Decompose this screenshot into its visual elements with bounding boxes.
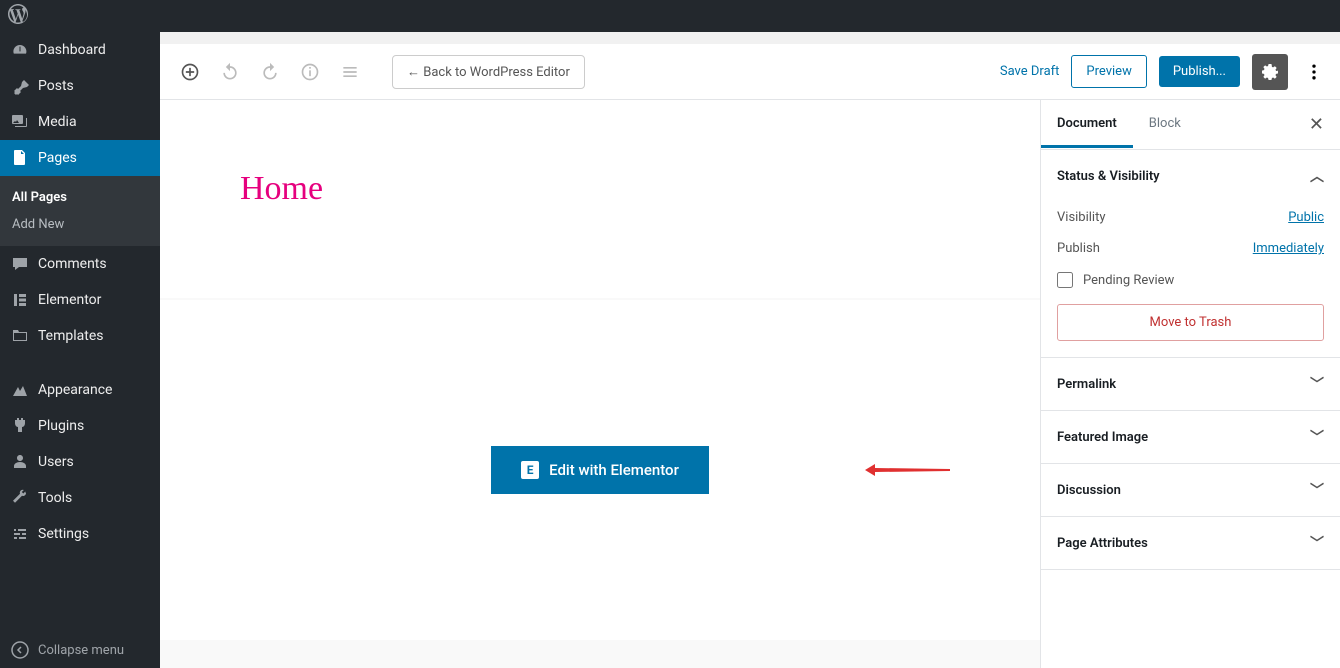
panel-header-status[interactable]: Status & Visibility ︿ [1041,150,1340,202]
panel-title: Page Attributes [1057,536,1148,551]
dashboard-icon [10,40,30,60]
chevron-up-icon: ︿ [1310,166,1324,186]
panel-title: Discussion [1057,483,1121,498]
sidebar-sub-add-new[interactable]: Add New [0,211,160,238]
chevron-down-icon: ﹀ [1310,480,1324,500]
sidebar-sub-all-pages[interactable]: All Pages [0,184,160,211]
editor-canvas: E Edit with Elementor [160,300,1040,640]
sidebar-item-users[interactable]: Users [0,444,160,480]
save-draft-button[interactable]: Save Draft [1000,64,1060,79]
sidebar-submenu: All Pages Add New [0,176,160,246]
pending-review-label: Pending Review [1083,273,1174,288]
panel-title: Status & Visibility [1057,169,1160,184]
info-button[interactable] [292,54,328,90]
tools-icon [10,488,30,508]
sidebar-item-templates[interactable]: Templates [0,318,160,354]
panel-page-attributes: Page Attributes ﹀ [1041,517,1340,570]
sidebar-item-dashboard[interactable]: Dashboard [0,32,160,68]
publish-button[interactable]: Publish... [1159,56,1240,87]
sidebar-item-pages[interactable]: Pages [0,140,160,176]
tab-block[interactable]: Block [1133,102,1197,148]
panel-header-featured[interactable]: Featured Image ﹀ [1041,411,1340,463]
comments-icon [10,254,30,274]
collapse-label: Collapse menu [38,643,124,658]
chevron-down-icon: ﹀ [1310,427,1324,447]
sidebar-item-appearance[interactable]: Appearance [0,372,160,408]
sidebar-label: Tools [38,490,72,506]
panel-featured-image: Featured Image ﹀ [1041,411,1340,464]
sidebar-label: Media [38,114,77,130]
inspector-tabs: Document Block ✕ [1041,100,1340,150]
panel-header-attributes[interactable]: Page Attributes ﹀ [1041,517,1340,569]
tab-document[interactable]: Document [1041,102,1133,148]
sidebar-item-comments[interactable]: Comments [0,246,160,282]
move-to-trash-button[interactable]: Move to Trash [1057,304,1324,341]
title-block[interactable]: Home [160,100,1040,298]
page-title[interactable]: Home [240,170,960,208]
main-content: ← Back to WordPress Editor Save Draft Pr… [160,44,1340,668]
sidebar-label: Elementor [38,292,101,308]
sidebar-label: Users [38,454,74,470]
sidebar-item-settings[interactable]: Settings [0,516,160,552]
panel-header-discussion[interactable]: Discussion ﹀ [1041,464,1340,516]
more-options-button[interactable] [1300,54,1328,90]
panel-title: Featured Image [1057,430,1148,445]
admin-bar [0,0,1340,32]
sidebar-label: Comments [38,256,107,272]
appearance-icon [10,380,30,400]
pending-review-input[interactable] [1057,272,1073,288]
admin-sidebar: Dashboard Posts Media Pages All Pages Ad… [0,32,160,668]
sidebar-label: Appearance [38,382,112,398]
sidebar-item-posts[interactable]: Posts [0,68,160,104]
editor-canvas-area: Home E Edit with Elementor [160,100,1040,668]
users-icon [10,452,30,472]
settings-toggle-button[interactable] [1252,54,1288,90]
templates-icon [10,326,30,346]
sidebar-label: Settings [38,526,89,542]
undo-button[interactable] [212,54,248,90]
panel-title: Permalink [1057,377,1116,392]
back-to-wp-editor-button[interactable]: ← Back to WordPress Editor [392,55,585,89]
sidebar-label: Posts [38,78,74,94]
sidebar-label: Dashboard [38,42,106,58]
arrow-annotation-icon [865,463,950,477]
sidebar-item-plugins[interactable]: Plugins [0,408,160,444]
media-icon [10,112,30,132]
close-inspector-button[interactable]: ✕ [1293,100,1340,149]
redo-button[interactable] [252,54,288,90]
pages-icon [10,148,30,168]
sliders-icon [10,524,30,544]
outline-button[interactable] [332,54,368,90]
visibility-value-link[interactable]: Public [1288,210,1324,225]
wordpress-logo-icon[interactable] [8,4,28,28]
pending-review-checkbox[interactable]: Pending Review [1057,264,1324,304]
sidebar-item-tools[interactable]: Tools [0,480,160,516]
settings-inspector: Document Block ✕ Status & Visibility ︿ V… [1040,100,1340,668]
panel-status-visibility: Status & Visibility ︿ Visibility Public … [1041,150,1340,358]
sidebar-item-media[interactable]: Media [0,104,160,140]
collapse-icon [10,640,30,660]
sidebar-label: Pages [38,150,77,166]
pin-icon [10,76,30,96]
edit-with-elementor-button[interactable]: E Edit with Elementor [491,446,709,494]
chevron-down-icon: ﹀ [1310,533,1324,553]
preview-button[interactable]: Preview [1071,55,1146,88]
sidebar-item-elementor[interactable]: Elementor [0,282,160,318]
chevron-down-icon: ﹀ [1310,374,1324,394]
elementor-button-label: Edit with Elementor [549,461,679,479]
panel-discussion: Discussion ﹀ [1041,464,1340,517]
collapse-menu[interactable]: Collapse menu [0,632,160,668]
publish-value-link[interactable]: Immediately [1253,241,1324,256]
sidebar-label: Plugins [38,418,84,434]
elementor-icon [10,290,30,310]
publish-label: Publish [1057,241,1100,256]
elementor-badge-icon: E [521,461,539,479]
panel-header-permalink[interactable]: Permalink ﹀ [1041,358,1340,410]
add-block-button[interactable] [172,54,208,90]
visibility-label: Visibility [1057,210,1106,225]
plugins-icon [10,416,30,436]
panel-permalink: Permalink ﹀ [1041,358,1340,411]
editor-toolbar: ← Back to WordPress Editor Save Draft Pr… [160,44,1340,100]
sidebar-label: Templates [38,328,104,344]
